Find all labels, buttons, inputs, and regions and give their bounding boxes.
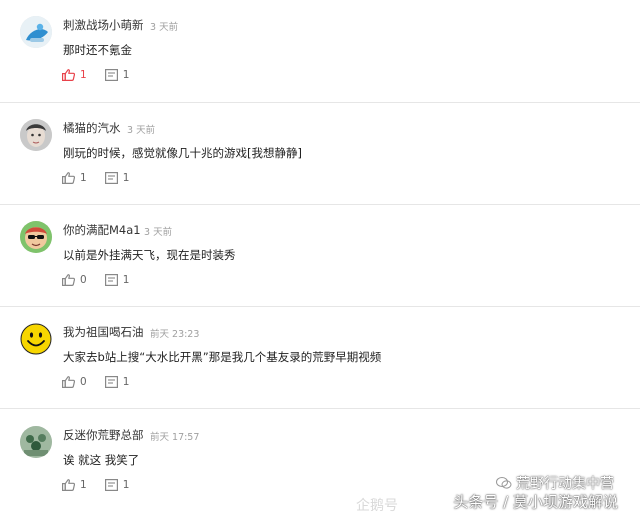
thumbs-up-icon: [62, 69, 75, 81]
reply-button[interactable]: 1: [104, 376, 130, 388]
comment-actions: 1 1: [62, 170, 147, 186]
reply-icon: [104, 69, 118, 81]
comment-time: 3 天前: [144, 227, 173, 238]
green-group-avatar-icon: [20, 426, 52, 458]
reply-button[interactable]: 1: [104, 172, 130, 184]
thumbs-up-icon: [62, 479, 75, 491]
wechat-icon: [496, 477, 512, 489]
avatar[interactable]: [20, 119, 52, 151]
watermark-line1: 荒野行动集中营: [516, 476, 614, 492]
thumbs-up-icon: [62, 274, 75, 286]
comment-actions: 0 1: [62, 374, 147, 390]
comment-time: 3 天前: [150, 22, 179, 33]
reply-button[interactable]: 1: [104, 479, 130, 491]
like-button[interactable]: 1: [62, 69, 87, 81]
like-button[interactable]: 1: [62, 172, 87, 184]
reply-icon: [104, 479, 118, 491]
reply-count: 1: [122, 172, 130, 184]
comment-content: 大家去b站上搜“大水比开黑”那是我几个基友录的荒野早期视频: [63, 350, 382, 364]
avatar[interactable]: [20, 323, 52, 355]
reply-icon: [104, 274, 118, 286]
comment-username[interactable]: 刺激战场小萌新: [63, 17, 144, 33]
reply-icon: [104, 376, 118, 388]
comment-actions: 0 1: [62, 272, 147, 288]
like-button[interactable]: 0: [62, 274, 87, 286]
comment-username[interactable]: 反迷你荒野总部: [63, 427, 144, 443]
comment-item: 橘猫的汽水 3 天前 刚玩的时候，感觉就像几十兆的游戏[我想静静] 1 1: [0, 103, 640, 203]
thumbs-up-icon: [62, 172, 75, 184]
blue-cartoon-avatar-icon: [20, 16, 52, 48]
reply-count: 1: [122, 376, 130, 388]
comment-username[interactable]: 你的满配M4a1: [63, 222, 141, 238]
comment-actions: 1 1: [62, 67, 147, 83]
comment-divider: [0, 408, 640, 409]
like-count: 0: [80, 274, 87, 286]
watermark-logo-text: 企鹅号: [356, 498, 398, 513]
comment-content: 以前是外挂满天飞，现在是时装秀: [63, 248, 236, 262]
comment-username[interactable]: 我为祖国喝石油: [63, 324, 144, 340]
comment-time: 前天 23:23: [150, 329, 200, 340]
sunglasses-avatar-icon: [20, 221, 52, 253]
comment-content: 刚玩的时候，感觉就像几十兆的游戏[我想静静]: [63, 146, 302, 160]
like-count: 1: [80, 69, 87, 81]
watermark-logo: 企鹅号: [356, 495, 398, 513]
reply-count: 1: [122, 274, 130, 286]
like-count: 1: [80, 479, 87, 491]
comment-content: 那时还不氪金: [63, 43, 132, 57]
reply-count: 1: [122, 479, 130, 491]
reply-button[interactable]: 1: [104, 69, 130, 81]
reply-button[interactable]: 1: [104, 274, 130, 286]
reply-icon: [104, 172, 118, 184]
comment-item: 刺激战场小萌新 3 天前 那时还不氪金 1 1: [0, 0, 640, 100]
comment-item: 我为祖国喝石油 前天 23:23 大家去b站上搜“大水比开黑”那是我几个基友录的…: [0, 307, 640, 407]
thumbs-up-icon: [62, 376, 75, 388]
comment-actions: 1 1: [62, 477, 147, 493]
watermark: 荒野行动集中营 企鹅号 头条号 / 莫小坝游戏解说: [352, 469, 632, 513]
watermark-channel: 荒野行动集中营: [496, 473, 614, 493]
like-button[interactable]: 0: [62, 376, 87, 388]
avatar[interactable]: [20, 426, 52, 458]
smiley-face-avatar-icon: [20, 323, 52, 355]
comment-time: 3 天前: [127, 125, 156, 136]
avatar[interactable]: [20, 16, 52, 48]
like-count: 1: [80, 172, 87, 184]
like-button[interactable]: 1: [62, 479, 87, 491]
comment-username[interactable]: 橘猫的汽水: [63, 120, 121, 136]
comment-item: 你的满配M4a1 3 天前 以前是外挂满天飞，现在是时装秀 0 1: [0, 205, 640, 305]
comment-time: 前天 17:57: [150, 432, 200, 443]
avatar[interactable]: [20, 221, 52, 253]
face-photo-avatar-icon: [20, 119, 52, 151]
like-count: 0: [80, 376, 87, 388]
reply-count: 1: [122, 69, 130, 81]
comment-content: 诶 就这 我笑了: [63, 453, 140, 467]
watermark-line2: 头条号 / 莫小坝游戏解说: [453, 493, 618, 511]
comment-list: 刺激战场小萌新 3 天前 那时还不氪金 1 1 橘猫的汽水 3 天前 刚玩的时候…: [0, 0, 640, 513]
